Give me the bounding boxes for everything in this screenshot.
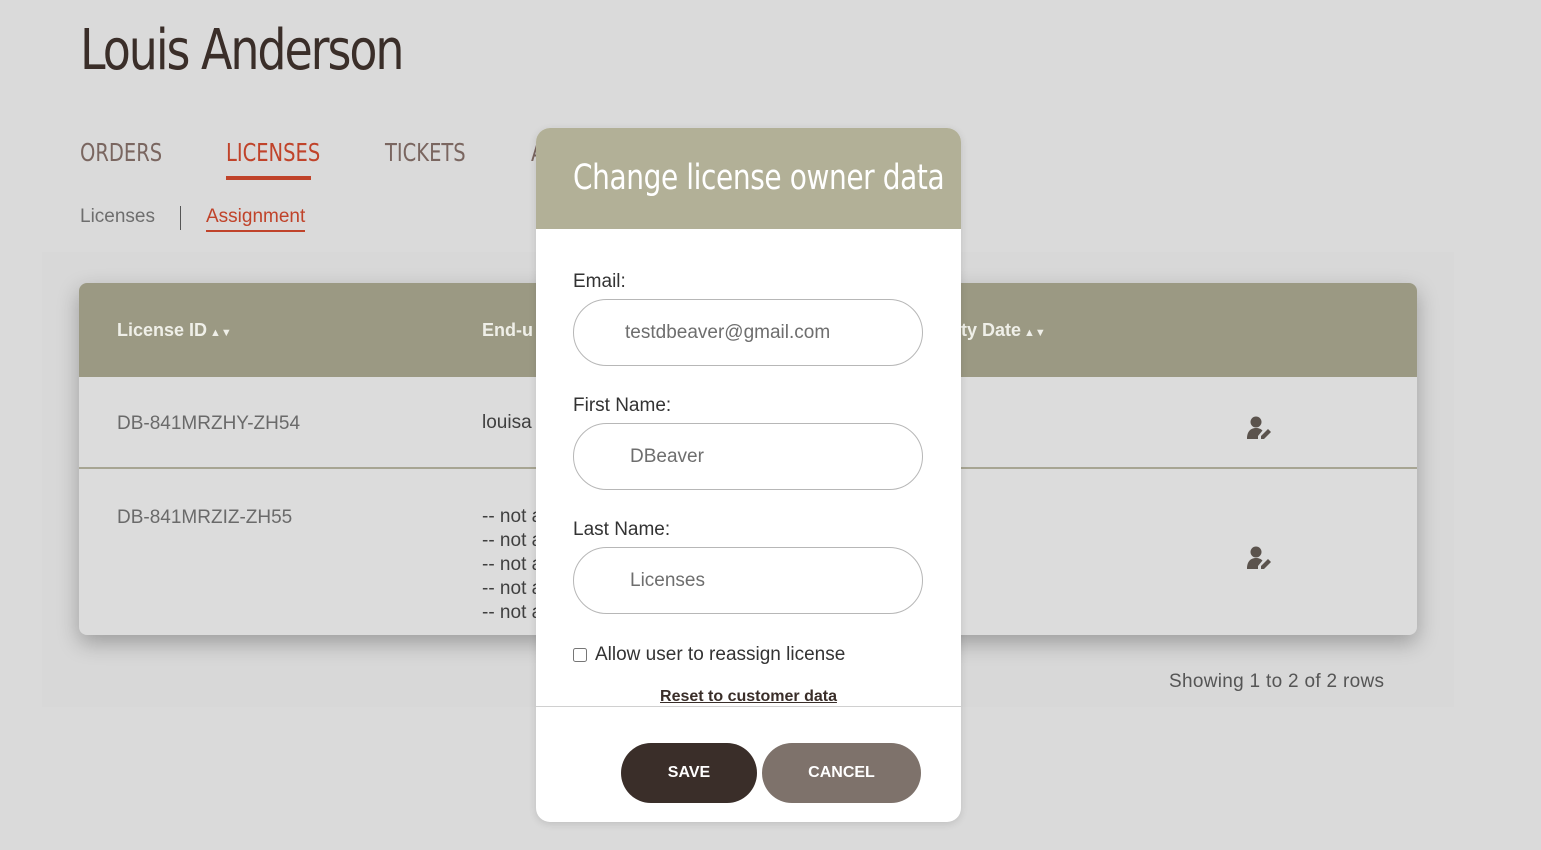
modal-header: Change license owner data — [536, 128, 961, 229]
subnav-assignment[interactable]: Assignment — [206, 206, 306, 232]
reassign-option[interactable]: Allow user to reassign license — [573, 644, 845, 666]
reassign-checkbox[interactable] — [573, 648, 587, 662]
cancel-button[interactable]: CANCEL — [762, 743, 921, 803]
column-end-user[interactable]: End-u — [482, 320, 533, 341]
modal-title: Change license owner data — [573, 158, 945, 198]
sort-icon[interactable]: ▲▼ — [210, 327, 232, 339]
modal-divider — [536, 706, 961, 707]
license-id-cell: DB-841MRZHY-ZH54 — [117, 413, 301, 434]
change-owner-modal: Change license owner data Email: First N… — [536, 128, 961, 822]
tab-licenses[interactable]: LICENSES — [226, 138, 320, 167]
tab-orders[interactable]: ORDERS — [80, 138, 162, 167]
reassign-label: Allow user to reassign license — [595, 644, 846, 665]
email-label: Email: — [573, 271, 626, 292]
tab-tickets[interactable]: TICKETS — [385, 138, 466, 167]
column-expiry-date[interactable]: ty Date ▲▼ — [961, 320, 1046, 341]
last-name-field[interactable] — [573, 547, 923, 614]
last-name-label: Last Name: — [573, 519, 671, 540]
user-edit-icon[interactable] — [1247, 545, 1275, 571]
first-name-field[interactable] — [573, 423, 923, 490]
subnav-divider — [180, 206, 181, 230]
user-edit-icon[interactable] — [1247, 415, 1275, 441]
end-user-cell: -- not a -- not a -- not a -- not a -- n… — [482, 506, 543, 623]
email-field[interactable] — [573, 299, 923, 366]
license-id-cell: DB-841MRZIZ-ZH55 — [117, 507, 293, 528]
end-user-cell: louisa — [482, 412, 532, 433]
save-button[interactable]: SAVE — [621, 743, 757, 803]
column-license-id[interactable]: License ID ▲▼ — [117, 320, 232, 341]
active-tab-indicator — [226, 176, 311, 180]
page-title: Louis Anderson — [80, 18, 405, 83]
first-name-label: First Name: — [573, 395, 672, 416]
pagination-info: Showing 1 to 2 of 2 rows — [1169, 671, 1385, 692]
sort-icon[interactable]: ▲▼ — [1024, 327, 1046, 339]
reset-to-customer-link[interactable]: Reset to customer data — [536, 688, 961, 706]
subnav-licenses[interactable]: Licenses — [80, 206, 155, 228]
